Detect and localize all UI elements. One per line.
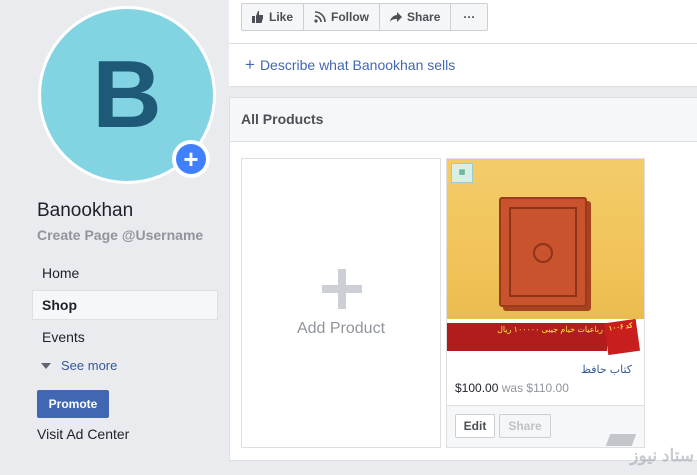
products-panel: All Products Add Product ▦ رباعیات خیام … [229, 97, 697, 461]
left-sidebar: B + Banookhan Create Page @Username Home… [0, 0, 228, 475]
describe-label: Describe what Banookhan sells [259, 57, 456, 73]
add-product-label: Add Product [296, 320, 386, 337]
products-header: All Products [230, 98, 697, 142]
original-price: was $110.00 [501, 381, 569, 395]
visit-ad-center-link[interactable]: Visit Ad Center [37, 426, 129, 442]
product-card[interactable]: ▦ رباعیات خیام جیبی ۱۰۰۰۰۰ ریال کد ۱۰۰۶ … [446, 158, 645, 448]
logo-badge-icon: ▦ [451, 163, 473, 183]
rss-icon [314, 11, 326, 23]
create-username-link[interactable]: Create Page @Username [37, 227, 203, 243]
action-button-group: Like Follow Share ··· [241, 3, 489, 31]
promote-button[interactable]: Promote [37, 390, 109, 418]
follow-button[interactable]: Follow [303, 3, 381, 31]
page-action-bar: Like Follow Share ··· [229, 0, 697, 44]
share-arrow-icon [390, 12, 403, 22]
product-banner: رباعیات خیام جیبی ۱۰۰۰۰۰ ریال کد ۱۰۰۶ [447, 318, 644, 355]
profile-picture[interactable]: B + [38, 6, 216, 184]
plus-icon-vertical [338, 269, 346, 309]
book-ornament [533, 243, 553, 263]
graduation-cap-icon [605, 434, 637, 446]
share-product-button[interactable]: Share [499, 414, 551, 438]
more-dots-icon: ··· [463, 10, 476, 24]
watermark-text: ستاد نیوز [630, 446, 694, 465]
thumbs-up-icon [252, 11, 263, 23]
code-badge: کد ۱۰۰۶ [603, 318, 641, 355]
product-title[interactable]: کتاب حافظ [581, 363, 632, 376]
caret-down-icon [41, 363, 51, 369]
plus-circle-icon: + [176, 144, 206, 174]
nav-item-shop[interactable]: Shop [32, 290, 218, 320]
banner-text: رباعیات خیام جیبی ۱۰۰۰۰۰ ریال [447, 323, 607, 351]
like-label: Like [269, 10, 294, 24]
follow-label: Follow [331, 10, 370, 24]
see-more-label: See more [61, 358, 118, 373]
watermark-logo: ستاد نیوز [600, 432, 694, 472]
see-more-link[interactable]: See more [32, 354, 218, 378]
book-illustration [499, 197, 587, 307]
share-button[interactable]: Share [379, 3, 452, 31]
more-options-button[interactable]: ··· [450, 3, 489, 31]
product-price: $100.00 was $110.00 [455, 381, 569, 395]
page-title[interactable]: Banookhan [37, 200, 133, 222]
avatar-letter: B [92, 41, 162, 148]
like-button[interactable]: Like [241, 3, 305, 31]
page-nav: Home Shop Events See more [32, 258, 218, 378]
plus-icon: + [245, 55, 255, 74]
edit-product-button[interactable]: Edit [455, 414, 495, 438]
nav-item-home[interactable]: Home [32, 258, 218, 288]
share-label: Share [407, 10, 441, 24]
nav-item-events[interactable]: Events [32, 322, 218, 352]
describe-products-link[interactable]: + Describe what Banookhan sells [229, 44, 697, 87]
add-photo-button[interactable]: + [172, 140, 210, 178]
current-price: $100.00 [455, 381, 499, 395]
add-product-card[interactable]: Add Product [241, 158, 441, 448]
product-image[interactable]: ▦ رباعیات خیام جیبی ۱۰۰۰۰۰ ریال کد ۱۰۰۶ [447, 159, 644, 355]
